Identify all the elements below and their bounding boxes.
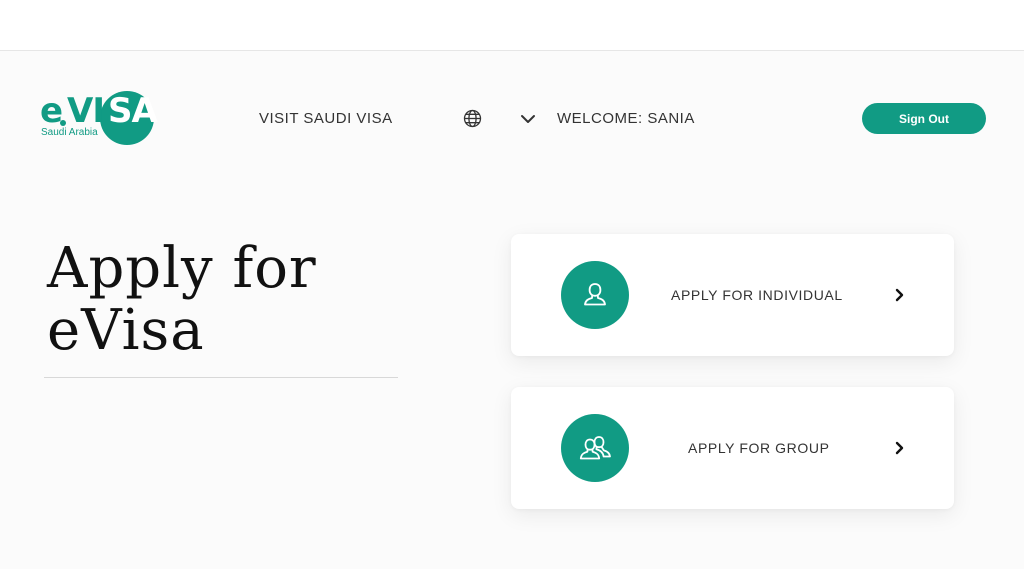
logo-text-sa: SA <box>108 91 158 131</box>
apply-group-card[interactable]: APPLY FOR GROUP <box>511 387 954 509</box>
chevron-right-icon <box>893 439 907 457</box>
logo-subtitle: Saudi Arabia <box>41 127 98 138</box>
chevron-right-icon <box>893 286 907 304</box>
logo-dot <box>60 120 66 126</box>
page-title: Apply for eVisa <box>47 238 407 362</box>
chevron-down-icon[interactable] <box>519 111 537 127</box>
welcome-text: WELCOME: SANIA <box>557 110 695 127</box>
title-divider <box>44 377 398 378</box>
users-icon <box>561 414 629 482</box>
visit-saudi-visa-link[interactable]: VISIT SAUDI VISA <box>259 109 393 129</box>
apply-individual-label: APPLY FOR INDIVIDUAL <box>671 287 843 303</box>
logo-text-vi: VI <box>67 91 105 131</box>
top-strip <box>0 0 1024 51</box>
page-title-line2: eVisa <box>47 298 205 363</box>
evisa-logo[interactable]: e VI SA Saudi Arabia <box>38 88 158 146</box>
globe-icon[interactable] <box>463 109 482 128</box>
apply-group-label: APPLY FOR GROUP <box>688 440 830 456</box>
apply-individual-card[interactable]: APPLY FOR INDIVIDUAL <box>511 234 954 356</box>
user-icon <box>561 261 629 329</box>
logo-text-e: e <box>40 91 63 131</box>
page-title-line1: Apply for <box>47 236 317 301</box>
sign-out-button[interactable]: Sign Out <box>862 103 986 134</box>
